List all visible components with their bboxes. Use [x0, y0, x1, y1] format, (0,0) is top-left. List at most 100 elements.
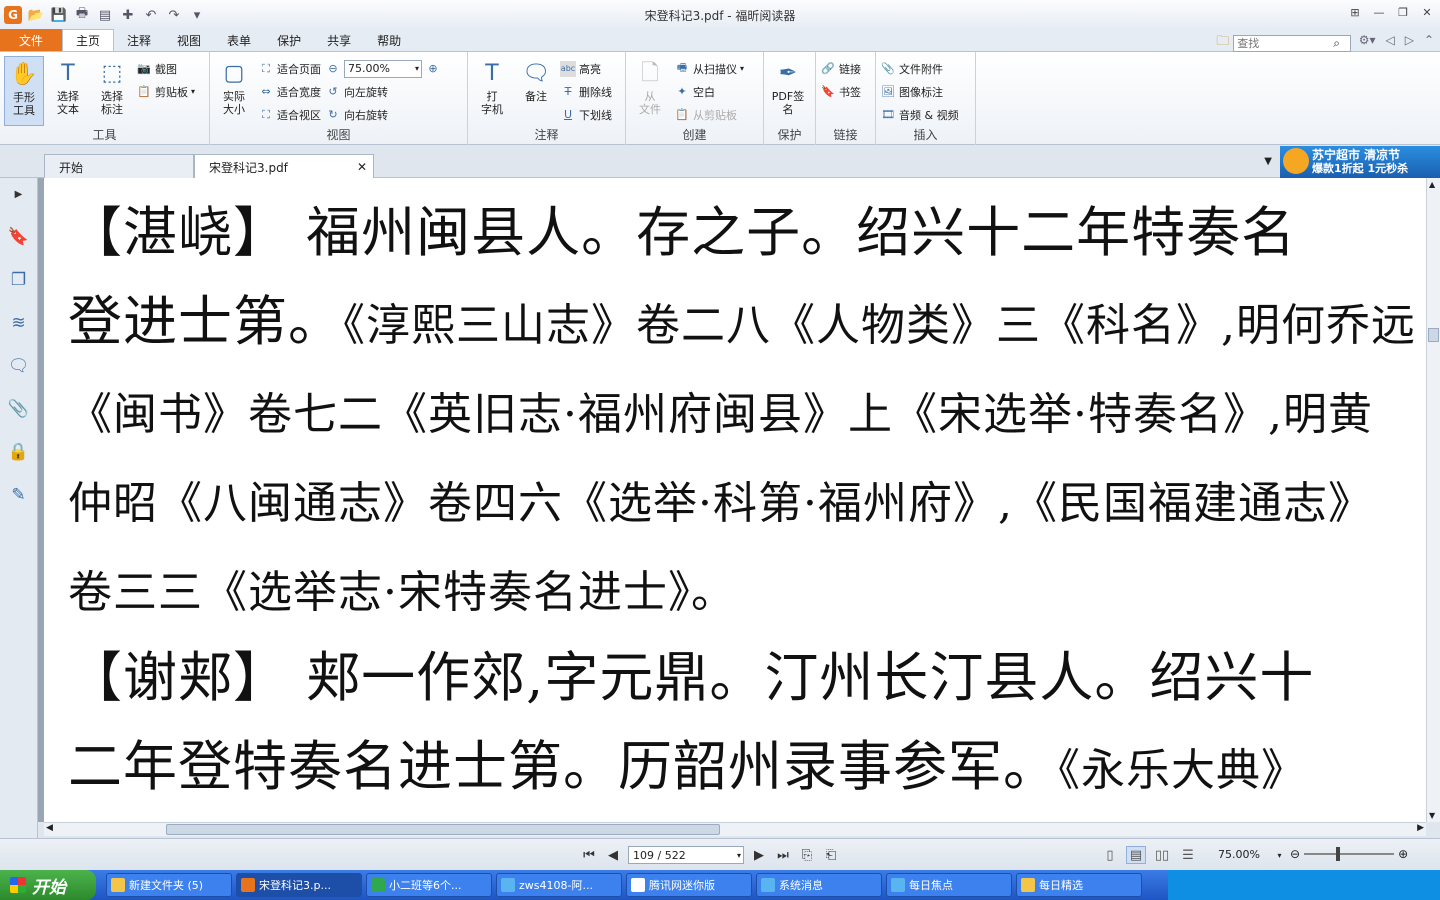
tab-view[interactable]: 视图	[164, 30, 214, 51]
horizontal-scroll-thumb[interactable]	[166, 824, 720, 835]
comments-panel-icon[interactable]: 🗨	[7, 354, 31, 378]
zoom-slider-track[interactable]	[1304, 847, 1395, 861]
zoom-in-icon[interactable]: ⊕	[1398, 847, 1408, 861]
scan-icon[interactable]: ▤	[96, 6, 114, 24]
expand-panel-icon[interactable]: ▶	[7, 182, 31, 206]
from-scanner-button[interactable]: 🖷 从扫描仪 ▾	[674, 59, 744, 78]
hand-tool-button[interactable]: ✋ 手形 工具	[4, 56, 44, 126]
task-button[interactable]: 每日精选	[1016, 873, 1142, 897]
attachments-panel-icon[interactable]: 📎	[7, 397, 31, 421]
scroll-down-icon[interactable]: ▼	[1429, 811, 1435, 820]
facing-page-icon[interactable]: ▯▯	[1152, 846, 1172, 864]
tab-protect[interactable]: 保护	[264, 30, 314, 51]
zoom-select[interactable]: 75.00% ▾	[344, 59, 422, 78]
customize-dropdown-icon[interactable]: ▾	[188, 6, 206, 24]
settings-gear-icon[interactable]: ⚙▾	[1359, 33, 1376, 47]
pdf-sign-button[interactable]: ✒ PDF签 名	[768, 56, 808, 126]
highlight-button[interactable]: abc 高亮	[560, 59, 612, 78]
folder-search-icon[interactable]: 🗀	[1216, 32, 1229, 54]
next-view-icon[interactable]: ⎗	[822, 846, 840, 864]
tab-share[interactable]: 共享	[314, 30, 364, 51]
first-page-icon[interactable]: ⏮	[580, 846, 598, 864]
typewriter-button[interactable]: T 打 字机	[472, 56, 512, 126]
strikeout-button[interactable]: T 删除线	[560, 82, 612, 101]
nav-forward-icon[interactable]: ▷	[1405, 33, 1414, 47]
from-clipboard-button[interactable]: 📋 从剪贴板	[674, 105, 744, 124]
nav-back-icon[interactable]: ◁	[1385, 33, 1394, 47]
task-button[interactable]: 腾讯网迷你版	[626, 873, 752, 897]
signature-panel-icon[interactable]: ✎	[7, 483, 31, 507]
file-attachment-button[interactable]: 📎 文件附件	[880, 59, 959, 78]
ad-banner[interactable]: 苏宁超市 清凉节 爆款1折起 1元秒杀	[1280, 146, 1440, 178]
close-button[interactable]: ✕	[1418, 4, 1436, 20]
underline-button[interactable]: U 下划线	[560, 105, 612, 124]
scroll-left-icon[interactable]: ◀	[46, 823, 53, 833]
close-tab-icon[interactable]: ✕	[357, 160, 367, 174]
task-button[interactable]: zws4108-阿...	[496, 873, 622, 897]
select-annotation-button[interactable]: ⬚ 选择 标注	[92, 56, 132, 126]
task-button[interactable]: 系统消息	[756, 873, 882, 897]
layout-icon[interactable]: ⊞	[1346, 4, 1364, 20]
snapshot-button[interactable]: 📷 截图	[136, 59, 195, 78]
zoom-slider-knob[interactable]	[1336, 847, 1341, 861]
tab-form[interactable]: 表单	[214, 30, 264, 51]
horizontal-scrollbar[interactable]: ◀ ▶	[44, 822, 1426, 836]
security-lock-icon[interactable]: 🔒	[7, 440, 31, 464]
task-button[interactable]: 宋登科记3.p...	[236, 873, 362, 897]
restore-button[interactable]: ❐	[1394, 4, 1412, 20]
vertical-scroll-thumb[interactable]	[1428, 328, 1439, 342]
fit-visible-button[interactable]: ⛶ 适合视区	[258, 105, 321, 124]
blank-page-button[interactable]: ✦ 空白	[674, 82, 744, 101]
open-icon[interactable]: 📂	[27, 6, 45, 24]
layers-panel-icon[interactable]: ≋	[7, 311, 31, 335]
tab-help[interactable]: 帮助	[364, 30, 414, 51]
tab-home[interactable]: 主页	[62, 29, 115, 51]
vertical-scrollbar[interactable]: ▲ ▼	[1426, 178, 1440, 822]
next-page-icon[interactable]: ▶	[750, 846, 768, 864]
zoom-in-icon[interactable]: ⊕	[425, 61, 441, 77]
print-icon[interactable]: 🖶	[73, 6, 91, 24]
continuous-page-icon[interactable]: ▤	[1126, 846, 1146, 864]
zoom-out-icon[interactable]: ⊖	[1290, 847, 1300, 861]
image-annotation-button[interactable]: 🖼 图像标注	[880, 82, 959, 101]
task-button[interactable]: 小二班等6个...	[366, 873, 492, 897]
pages-panel-icon[interactable]: ❐	[7, 268, 31, 292]
app-logo-icon[interactable]: G	[4, 6, 22, 24]
clipboard-button[interactable]: 📋 剪贴板 ▾	[136, 82, 195, 101]
tab-list-dropdown-icon[interactable]: ▼	[1264, 156, 1272, 167]
tab-start[interactable]: 开始	[44, 154, 194, 178]
from-file-button[interactable]: 🗋 从 文件	[630, 56, 670, 126]
collapse-ribbon-icon[interactable]: ⌃	[1424, 33, 1434, 47]
fit-width-button[interactable]: ⇔ 适合宽度	[258, 82, 321, 101]
system-tray[interactable]	[1168, 870, 1440, 900]
prev-view-icon[interactable]: ⎘	[798, 846, 816, 864]
save-icon[interactable]: 💾	[50, 6, 68, 24]
minimize-button[interactable]: —	[1370, 4, 1388, 20]
task-button[interactable]: 每日焦点	[886, 873, 1012, 897]
page-number-field[interactable]: 109 / 522 ▾	[628, 846, 744, 864]
fit-page-button[interactable]: ⛶ 适合页面	[258, 59, 321, 78]
zoom-out-icon[interactable]: ⊖	[325, 61, 341, 77]
note-button[interactable]: 🗨 备注	[516, 56, 556, 126]
tab-document[interactable]: 宋登科记3.pdf ✕	[194, 154, 374, 178]
prev-page-icon[interactable]: ◀	[604, 846, 622, 864]
start-button[interactable]: 开始	[0, 870, 96, 900]
new-icon[interactable]: ✚	[119, 6, 137, 24]
scroll-up-icon[interactable]: ▲	[1429, 180, 1435, 189]
undo-icon[interactable]: ↶	[142, 6, 160, 24]
bookmark-button[interactable]: 🔖 书签	[820, 82, 861, 101]
zoom-status[interactable]: 75.00% ▾	[1218, 848, 1281, 861]
task-button[interactable]: 新建文件夹 (5)	[106, 873, 232, 897]
redo-icon[interactable]: ↷	[165, 6, 183, 24]
scroll-right-icon[interactable]: ▶	[1417, 823, 1424, 833]
search-icon[interactable]: ⌕	[1333, 36, 1340, 51]
audio-video-button[interactable]: 🎞 音频 & 视频	[880, 105, 959, 124]
tab-comment[interactable]: 注释	[114, 30, 164, 51]
rotate-left-button[interactable]: ↺ 向左旋转	[325, 82, 441, 101]
select-text-button[interactable]: T 选择 文本	[48, 56, 88, 126]
single-page-icon[interactable]: ▯	[1100, 846, 1120, 864]
bookmarks-panel-icon[interactable]: 🔖	[7, 225, 31, 249]
rotate-right-button[interactable]: ↻ 向右旋转	[325, 105, 441, 124]
link-button[interactable]: 🔗 链接	[820, 59, 861, 78]
zoom-slider[interactable]: ⊖ ⊕	[1290, 847, 1408, 861]
